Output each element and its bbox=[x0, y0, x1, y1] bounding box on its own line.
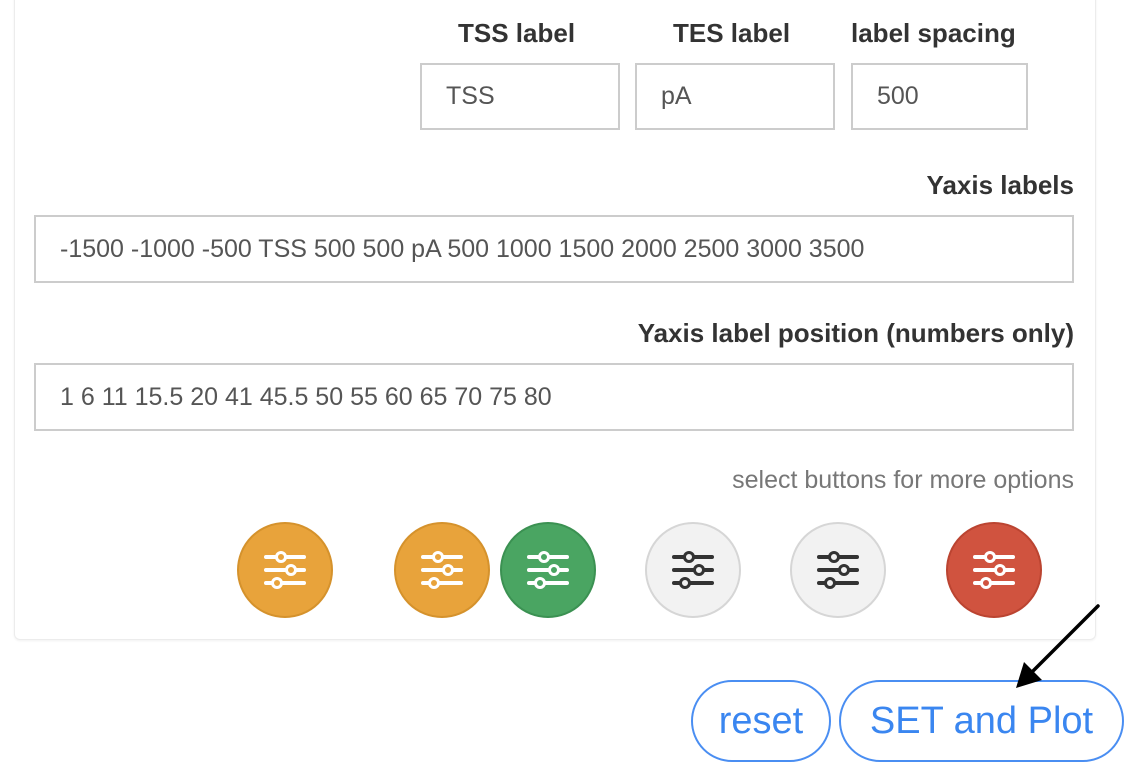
options-button-5[interactable] bbox=[790, 522, 886, 618]
tes-label-heading: TES label bbox=[673, 18, 791, 48]
annotation-arrow-icon bbox=[1016, 604, 1100, 688]
tss-label-input[interactable] bbox=[420, 63, 620, 130]
set-and-plot-button[interactable]: SET and Plot bbox=[839, 680, 1124, 762]
sliders-icon bbox=[421, 551, 463, 589]
yaxis-labels-input[interactable] bbox=[34, 215, 1074, 283]
yaxis-labels-heading: Yaxis labels bbox=[926, 170, 1074, 200]
yaxis-label-position-input[interactable] bbox=[34, 363, 1074, 431]
options-button-2[interactable] bbox=[394, 522, 490, 618]
sliders-icon bbox=[817, 551, 859, 589]
label-spacing-input[interactable] bbox=[851, 63, 1028, 130]
tss-label-heading: TSS label bbox=[458, 18, 576, 48]
yaxis-label-position-heading: Yaxis label position (numbers only) bbox=[637, 318, 1074, 348]
sliders-icon bbox=[973, 551, 1015, 589]
label-spacing-heading: label spacing bbox=[851, 18, 1016, 48]
options-hint: select buttons for more options bbox=[732, 466, 1074, 494]
reset-button[interactable]: reset bbox=[691, 680, 831, 762]
sliders-icon bbox=[264, 551, 306, 589]
tes-label-input[interactable] bbox=[635, 63, 835, 130]
sliders-icon bbox=[527, 551, 569, 589]
options-button-3[interactable] bbox=[500, 522, 596, 618]
sliders-icon bbox=[672, 551, 714, 589]
options-button-4[interactable] bbox=[645, 522, 741, 618]
options-button-1[interactable] bbox=[237, 522, 333, 618]
